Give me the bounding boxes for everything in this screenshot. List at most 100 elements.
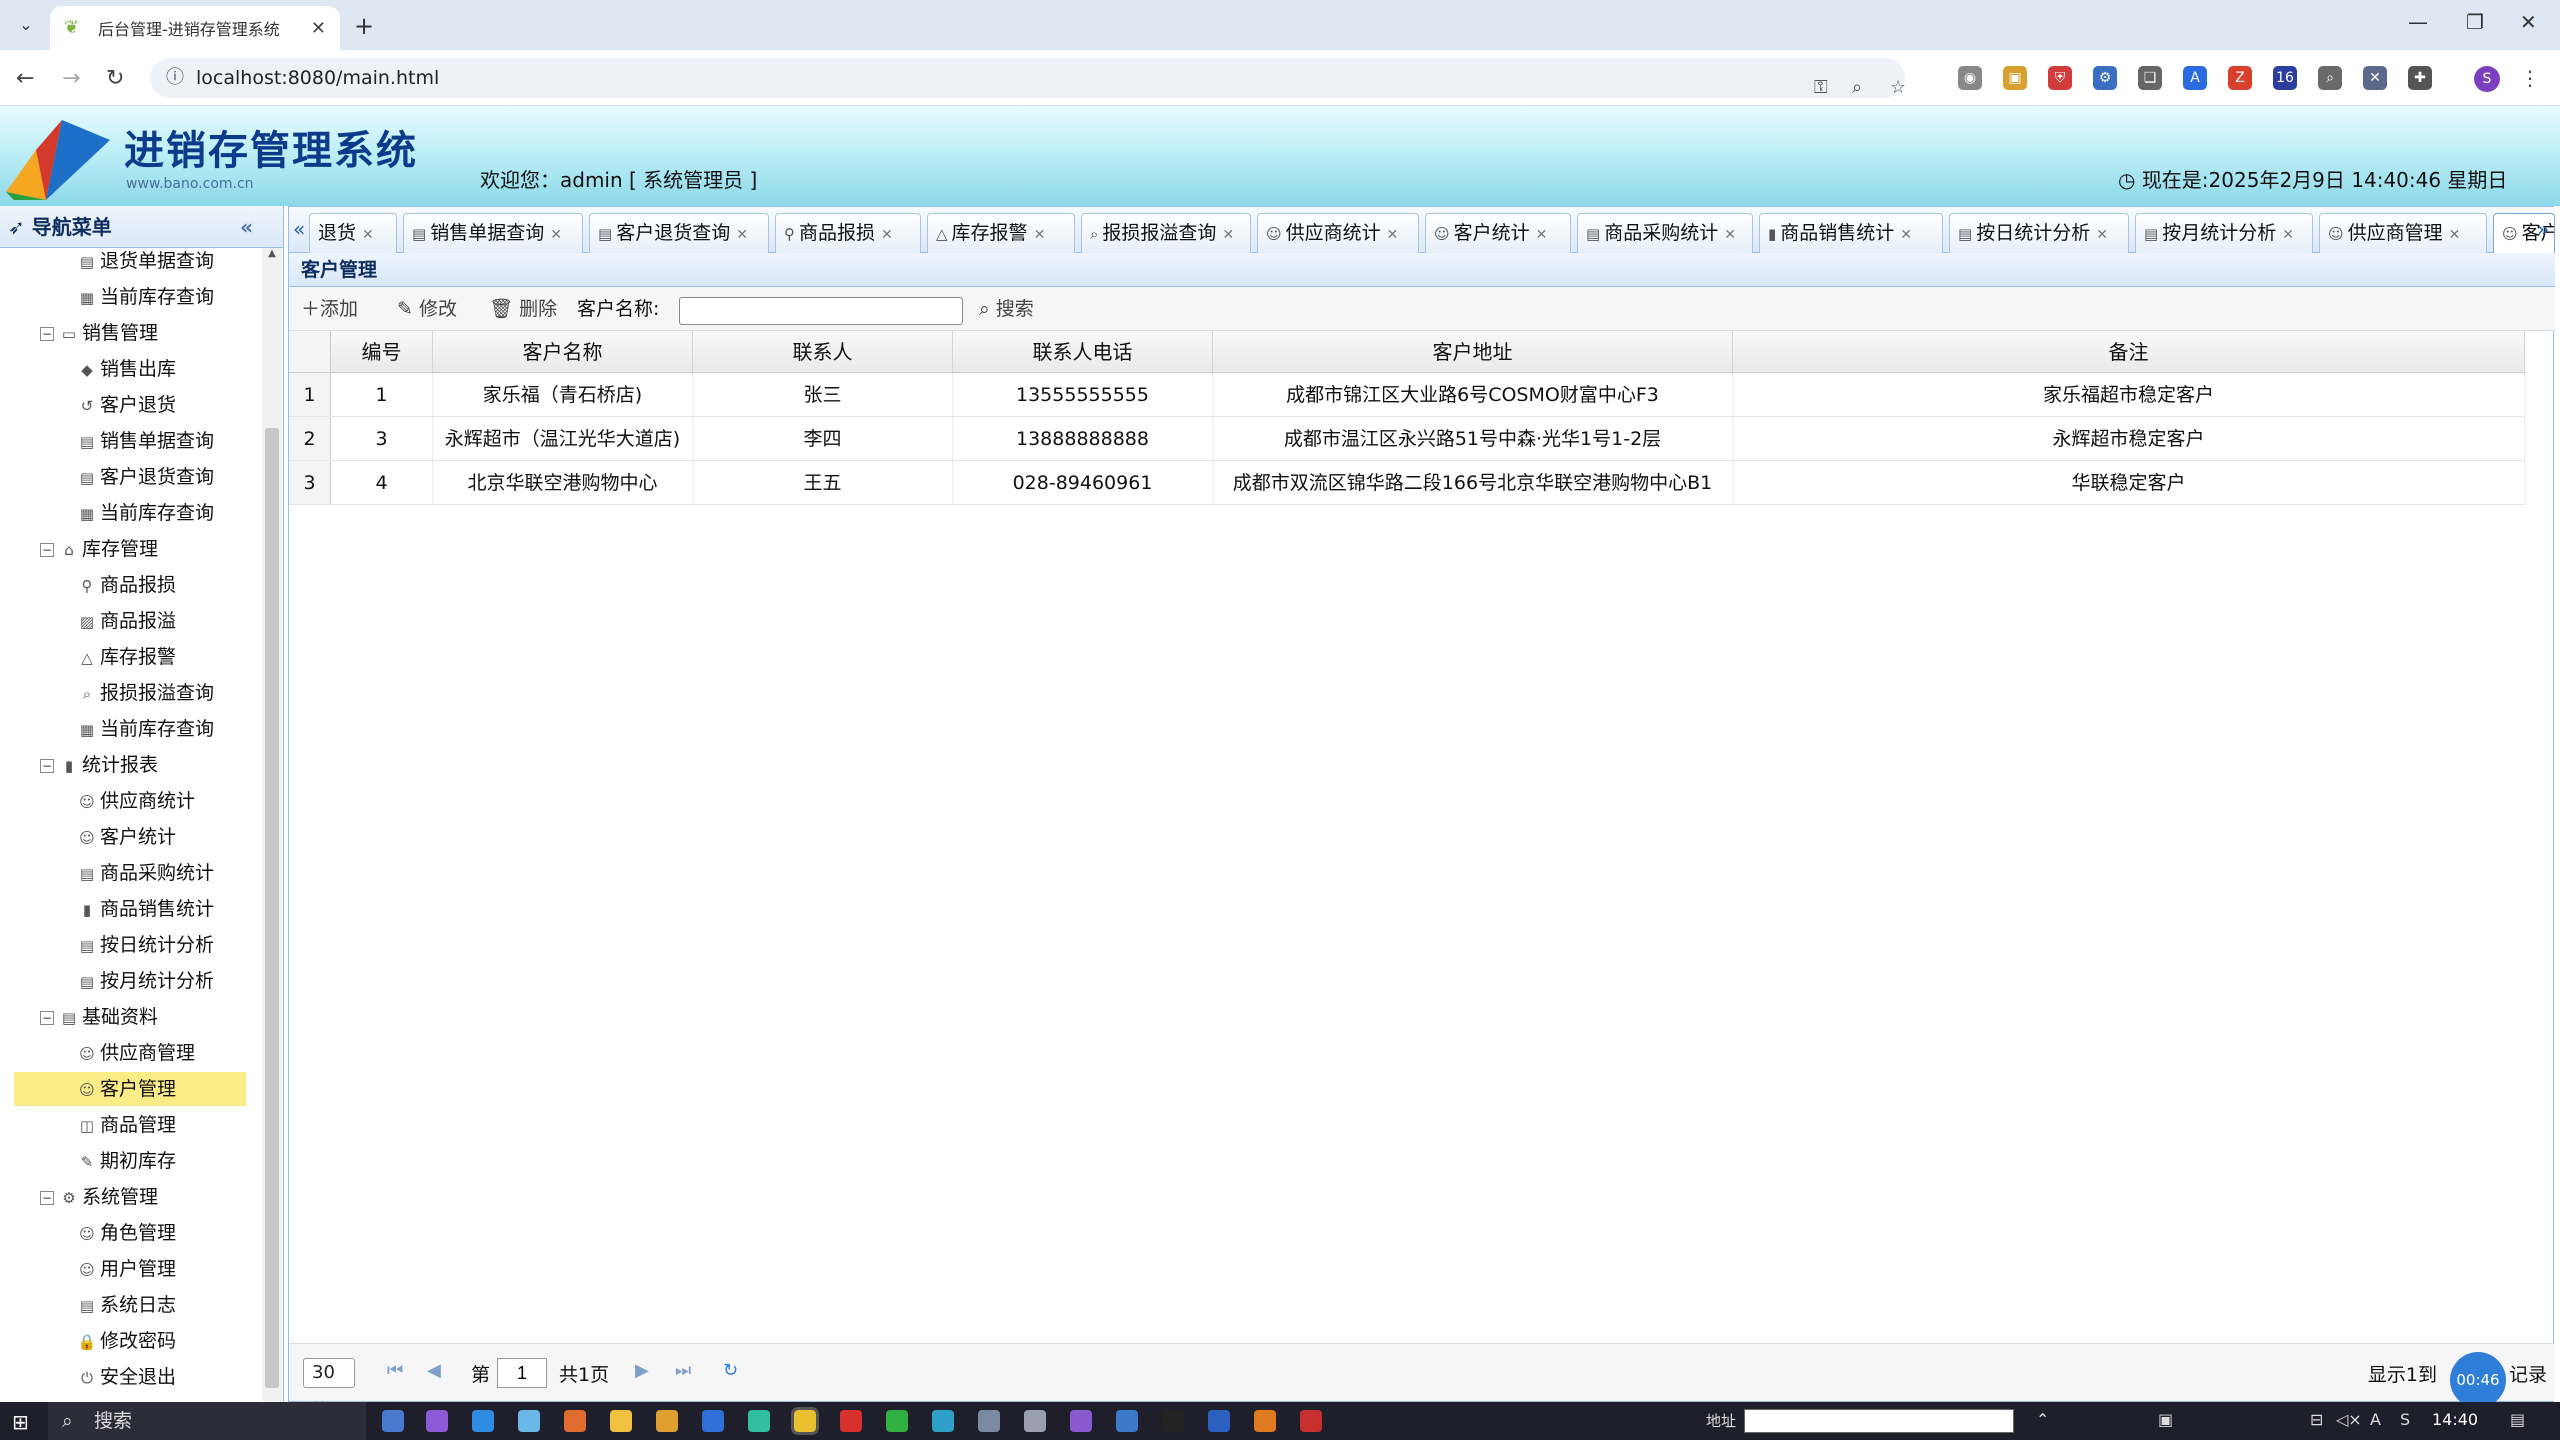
- taskbar-app-icon[interactable]: [1162, 1410, 1184, 1432]
- taskbar-app-icon[interactable]: [932, 1410, 954, 1432]
- content-tab[interactable]: ⌕ 报损报溢查询 ✕: [1081, 213, 1251, 253]
- taskbar-app-icon[interactable]: [702, 1410, 724, 1432]
- pdf-extension-icon[interactable]: Z: [2228, 66, 2252, 90]
- close-tab-icon[interactable]: ✕: [2282, 227, 2294, 243]
- sidebar-item[interactable]: ☺ 角色管理: [14, 1216, 246, 1250]
- sidebar-item[interactable]: ↺ 客户退货: [14, 388, 246, 422]
- sidebar-item[interactable]: − ⚙ 系统管理: [14, 1180, 246, 1214]
- taskbar-app-icon[interactable]: [1116, 1410, 1138, 1432]
- shield-extension-icon[interactable]: ⛨: [2048, 66, 2072, 90]
- taskbar-app-icon[interactable]: [1254, 1410, 1276, 1432]
- tabs-scroll-right-icon[interactable]: »: [2537, 217, 2549, 241]
- sidebar-item[interactable]: ▦ 当前库存查询: [14, 712, 246, 746]
- chrome-icon[interactable]: [791, 1407, 819, 1435]
- wechat-icon[interactable]: [886, 1410, 908, 1432]
- zoom-icon[interactable]: ⌕: [1852, 68, 1862, 108]
- sidebar-item[interactable]: 🔒 修改密码: [14, 1324, 246, 1358]
- sidebar-item[interactable]: ▤ 按月统计分析: [14, 964, 246, 998]
- taskbar-app-icon[interactable]: [382, 1410, 404, 1432]
- sidebar-item[interactable]: ✎ 期初库存: [14, 1144, 246, 1178]
- sogou-icon[interactable]: S: [2400, 1410, 2410, 1429]
- edit-button[interactable]: ✎ 修改: [397, 295, 457, 323]
- camera-extension-icon[interactable]: ◉: [1958, 66, 1982, 90]
- copy-extension-icon[interactable]: ❏: [2138, 66, 2162, 90]
- column-header[interactable]: 客户名称: [433, 331, 693, 372]
- taskbar-app-icon[interactable]: [1300, 1410, 1322, 1432]
- close-tab-icon[interactable]: ✕: [550, 227, 562, 243]
- tree-toggle-icon[interactable]: −: [40, 758, 54, 773]
- taskbar-search[interactable]: ⌕ 搜索: [48, 1402, 366, 1440]
- taskbar-app-icon[interactable]: [472, 1410, 494, 1432]
- tree-toggle-icon[interactable]: −: [40, 542, 54, 557]
- tree-toggle-icon[interactable]: −: [40, 1190, 54, 1205]
- column-header[interactable]: 编号: [331, 331, 433, 372]
- taskbar-app-icon[interactable]: [978, 1410, 1000, 1432]
- image-extension-icon[interactable]: ▣: [2003, 66, 2027, 90]
- close-tab-icon[interactable]: ✕: [2096, 227, 2108, 243]
- close-tab-icon[interactable]: ✕: [311, 18, 326, 39]
- close-window-icon[interactable]: ✕: [2520, 10, 2537, 34]
- ime-icon[interactable]: A: [2370, 1410, 2381, 1429]
- sidebar-item[interactable]: ▤ 退货单据查询: [14, 248, 246, 278]
- content-tab[interactable]: ▤ 商品采购统计 ✕: [1577, 213, 1753, 253]
- password-key-icon[interactable]: ⚿: [1814, 68, 1828, 108]
- tree-toggle-icon[interactable]: −: [40, 1010, 54, 1025]
- content-tab[interactable]: ☺ 供应商管理 ✕: [2319, 213, 2487, 253]
- tab-search-icon[interactable]: ⌄: [14, 13, 38, 37]
- sidebar-item[interactable]: △ 库存报警: [14, 640, 246, 674]
- sidebar-item[interactable]: − ⌂ 库存管理: [14, 532, 246, 566]
- back-icon[interactable]: ←: [16, 66, 34, 91]
- sidebar-item[interactable]: ▤ 客户退货查询: [14, 460, 246, 494]
- forward-icon[interactable]: →: [62, 66, 80, 91]
- first-page-icon[interactable]: ⏮: [387, 1360, 403, 1381]
- page-number-input[interactable]: [497, 1358, 547, 1388]
- close-tab-icon[interactable]: ✕: [1724, 227, 1736, 243]
- column-header[interactable]: 客户地址: [1213, 331, 1733, 372]
- table-row[interactable]: 3 4 北京华联空港购物中心 王五 028-89460961 成都市双流区锦华路二段166…: [289, 461, 2525, 505]
- tree-toggle-icon[interactable]: −: [40, 326, 54, 341]
- column-header[interactable]: 备注: [1733, 331, 2525, 372]
- browser-tab[interactable]: ❦ 后台管理-进销存管理系统 ✕: [50, 6, 340, 50]
- taskbar-app-icon[interactable]: [656, 1410, 678, 1432]
- sidebar-item[interactable]: ◆ 销售出库: [14, 352, 246, 386]
- sidebar-item[interactable]: ▦ 当前库存查询: [14, 280, 246, 314]
- prev-page-icon[interactable]: ◀: [427, 1360, 441, 1381]
- sidebar-scroll-thumb[interactable]: [265, 428, 279, 1388]
- add-button[interactable]: ＋添加: [301, 295, 358, 323]
- content-tab[interactable]: ☺ 客户统计 ✕: [1425, 213, 1571, 253]
- bookmark-star-icon[interactable]: ☆: [1890, 68, 1906, 108]
- delete-button[interactable]: 🗑 删除: [489, 295, 557, 323]
- minimize-icon[interactable]: —: [2408, 10, 2428, 34]
- taskbar-app-icon[interactable]: [518, 1410, 540, 1432]
- customer-name-input[interactable]: [679, 297, 963, 325]
- sidebar-item[interactable]: ⌕ 报损报溢查询: [14, 676, 246, 710]
- puzzle-extensions-icon[interactable]: ✚: [2408, 66, 2432, 90]
- tray-app-icon[interactable]: ▣: [2158, 1410, 2173, 1429]
- sidebar-item[interactable]: ◫ 商品管理: [14, 1108, 246, 1142]
- tabs-scroll-left-icon[interactable]: «: [293, 217, 305, 241]
- firefox-icon[interactable]: [564, 1410, 586, 1432]
- sidebar-item[interactable]: ▦ 当前库存查询: [14, 496, 246, 530]
- x-extension-icon[interactable]: ✕: [2363, 66, 2387, 90]
- content-tab[interactable]: ▤ 按月统计分析 ✕: [2135, 213, 2313, 253]
- content-tab[interactable]: ▤ 销售单据查询 ✕: [403, 213, 583, 253]
- sidebar-item[interactable]: ☺ 供应商管理: [14, 1036, 246, 1070]
- search-button[interactable]: ⌕ 搜索: [979, 295, 1034, 323]
- taskbar-app-icon[interactable]: [1070, 1410, 1092, 1432]
- search-extension-icon[interactable]: ⌕: [2318, 66, 2342, 90]
- taskbar-app-icon[interactable]: [1024, 1410, 1046, 1432]
- close-tab-icon[interactable]: ✕: [1900, 227, 1912, 243]
- sidebar-scrollbar[interactable]: ▲: [262, 248, 282, 1402]
- volume-icon[interactable]: ◁×: [2336, 1410, 2362, 1429]
- collapse-sidebar-icon[interactable]: «: [240, 206, 253, 248]
- content-tab[interactable]: ▮ 商品销售统计 ✕: [1759, 213, 1943, 253]
- taskbar-app-icon[interactable]: [426, 1410, 448, 1432]
- column-header[interactable]: 联系人电话: [953, 331, 1213, 372]
- folder-icon[interactable]: [610, 1410, 632, 1432]
- last-page-icon[interactable]: ⏭: [675, 1360, 691, 1381]
- taskbar-app-icon[interactable]: [840, 1410, 862, 1432]
- word-icon[interactable]: [1208, 1410, 1230, 1432]
- sidebar-item[interactable]: ▤ 销售单据查询: [14, 424, 246, 458]
- refresh-icon[interactable]: ↻: [723, 1360, 738, 1381]
- close-tab-icon[interactable]: ✕: [881, 227, 893, 243]
